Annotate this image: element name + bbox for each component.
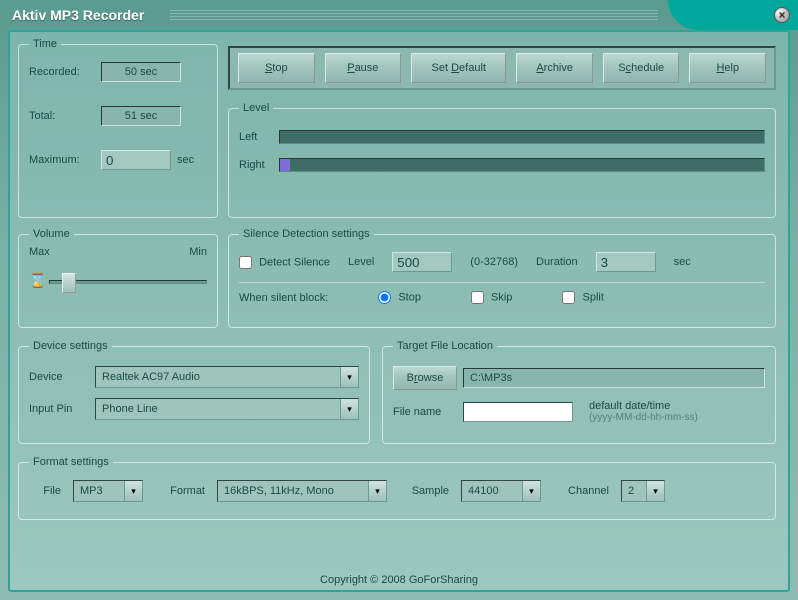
target-group: Target File Location Browse C:\MP3s File…: [382, 340, 776, 444]
chevron-down-icon[interactable]: ▾: [340, 367, 358, 387]
app-window: Aktiv MP3 Recorder ✕ Time Recorded: 50 s…: [0, 0, 798, 600]
channel-label: Channel: [553, 485, 609, 497]
file-label: File: [29, 485, 61, 497]
format-combo-value: 16kBPS, 11kHz, Mono: [218, 485, 368, 497]
titlebar-curve: ✕: [668, 0, 798, 30]
level-group: Level Left Right: [228, 102, 776, 218]
filename-hint2: (yyyy-MM-dd-hh-mm-ss): [589, 412, 698, 423]
time-group: Time Recorded: 50 sec Total: 51 sec Maxi…: [18, 38, 218, 218]
device-legend: Device settings: [29, 340, 112, 352]
close-icon[interactable]: ✕: [774, 7, 790, 23]
level-left-meter: [279, 130, 765, 144]
input-pin-value: Phone Line: [96, 403, 340, 415]
silence-duration-unit: sec: [674, 256, 691, 268]
sample-combo[interactable]: 44100 ▾: [461, 480, 541, 502]
silence-skip-option[interactable]: Skip: [471, 291, 512, 304]
toolbar: Stop Pause Set Default Archive Schedule …: [228, 46, 776, 90]
silence-stop-option[interactable]: Stop: [378, 291, 421, 304]
volume-group: Volume Max Min ⌛: [18, 228, 218, 328]
silence-duration-input[interactable]: [596, 252, 656, 272]
silence-legend: Silence Detection settings: [239, 228, 374, 240]
titlebar: Aktiv MP3 Recorder ✕: [0, 0, 798, 30]
chevron-down-icon[interactable]: ▾: [124, 481, 142, 501]
volume-slider[interactable]: [49, 280, 207, 284]
titlebar-decor: [170, 10, 658, 20]
archive-button[interactable]: Archive: [516, 53, 593, 83]
detect-silence-label[interactable]: Detect Silence: [239, 256, 330, 269]
chevron-down-icon[interactable]: ▾: [646, 481, 664, 501]
maximum-unit: sec: [177, 154, 194, 166]
volume-legend: Volume: [29, 228, 74, 240]
maximum-label: Maximum:: [29, 154, 95, 166]
level-left-label: Left: [239, 131, 273, 143]
sample-label: Sample: [399, 485, 449, 497]
content-panel: Time Recorded: 50 sec Total: 51 sec Maxi…: [8, 30, 790, 592]
maximum-input[interactable]: [101, 150, 171, 170]
set-default-button[interactable]: Set Default: [411, 53, 506, 83]
recorded-label: Recorded:: [29, 66, 95, 78]
silence-group: Silence Detection settings Detect Silenc…: [228, 228, 776, 328]
total-label: Total:: [29, 110, 95, 122]
chevron-down-icon[interactable]: ▾: [368, 481, 386, 501]
target-path: C:\MP3s: [463, 368, 765, 388]
filename-label: File name: [393, 406, 457, 418]
silence-split-checkbox[interactable]: [562, 291, 575, 304]
device-combo[interactable]: Realtek AC97 Audio ▾: [95, 366, 359, 388]
recorded-value: 50 sec: [101, 62, 181, 82]
channel-combo-value: 2: [622, 485, 646, 497]
level-legend: Level: [239, 102, 273, 114]
app-title: Aktiv MP3 Recorder: [12, 7, 144, 23]
hourglass-icon: ⌛: [29, 272, 46, 289]
silence-skip-checkbox[interactable]: [471, 291, 484, 304]
chevron-down-icon[interactable]: ▾: [522, 481, 540, 501]
format-label: Format: [155, 485, 205, 497]
stop-button[interactable]: Stop: [238, 53, 315, 83]
sample-combo-value: 44100: [462, 485, 522, 497]
format-combo[interactable]: 16kBPS, 11kHz, Mono ▾: [217, 480, 387, 502]
silence-split-option[interactable]: Split: [562, 291, 603, 304]
device-combo-value: Realtek AC97 Audio: [96, 371, 340, 383]
volume-min-label: Min: [189, 246, 207, 258]
level-right-meter: [279, 158, 765, 172]
total-value: 51 sec: [101, 106, 181, 126]
volume-slider-thumb[interactable]: [62, 273, 76, 293]
silence-duration-label: Duration: [536, 256, 578, 268]
format-legend: Format settings: [29, 456, 113, 468]
device-label: Device: [29, 371, 89, 383]
when-silent-label: When silent block:: [239, 292, 328, 304]
time-legend: Time: [29, 38, 61, 50]
filename-hint1: default date/time: [589, 400, 698, 412]
volume-max-label: Max: [29, 246, 50, 258]
schedule-button[interactable]: Schedule: [603, 53, 680, 83]
chevron-down-icon[interactable]: ▾: [340, 399, 358, 419]
silence-level-label: Level: [348, 256, 374, 268]
silence-stop-radio[interactable]: [378, 291, 391, 304]
format-group: Format settings File MP3 ▾ Format 16kBPS…: [18, 456, 776, 520]
level-right-label: Right: [239, 159, 273, 171]
help-button[interactable]: Help: [689, 53, 766, 83]
file-combo-value: MP3: [74, 485, 124, 497]
device-group: Device settings Device Realtek AC97 Audi…: [18, 340, 370, 444]
browse-button[interactable]: Browse: [393, 366, 457, 390]
input-pin-label: Input Pin: [29, 403, 89, 415]
pause-button[interactable]: Pause: [325, 53, 402, 83]
input-pin-combo[interactable]: Phone Line ▾: [95, 398, 359, 420]
silence-level-input[interactable]: [392, 252, 452, 272]
channel-combo[interactable]: 2 ▾: [621, 480, 665, 502]
filename-input[interactable]: [463, 402, 573, 422]
target-legend: Target File Location: [393, 340, 497, 352]
file-combo[interactable]: MP3 ▾: [73, 480, 143, 502]
silence-range: (0-32768): [470, 256, 518, 268]
detect-silence-checkbox[interactable]: [239, 256, 252, 269]
footer-copyright: Copyright © 2008 GoForSharing: [20, 574, 778, 586]
